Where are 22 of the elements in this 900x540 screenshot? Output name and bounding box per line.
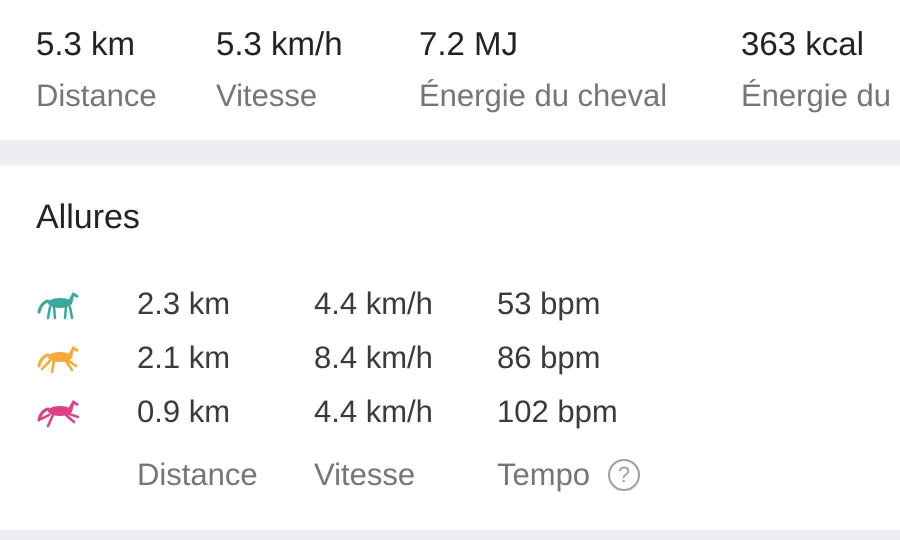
stat-label: Énergie du bbox=[741, 77, 892, 115]
stat-value: 7.2 MJ bbox=[419, 24, 520, 64]
column-label: Tempo bbox=[497, 457, 590, 493]
card-title: Allures bbox=[36, 197, 141, 238]
distance-value: 2.1 km bbox=[137, 340, 232, 376]
stat-value: 363 kcal bbox=[741, 24, 865, 64]
stat-value: 5.3 km/h bbox=[216, 24, 344, 64]
tempo-value: 86 bpm bbox=[497, 340, 602, 376]
stat-label: Distance bbox=[36, 77, 158, 115]
distance-value: 2.3 km bbox=[137, 286, 232, 322]
help-icon[interactable]: ? bbox=[608, 459, 640, 491]
tempo-value: 102 bpm bbox=[497, 394, 619, 430]
stat-label: Énergie du cheval bbox=[419, 77, 668, 115]
tempo-value: 53 bpm bbox=[497, 286, 602, 322]
column-label: Vitesse bbox=[314, 457, 416, 493]
distance-value: 0.9 km bbox=[137, 394, 232, 430]
speed-value: 4.4 km/h bbox=[314, 286, 434, 322]
speed-value: 8.4 km/h bbox=[314, 340, 434, 376]
column-label: Distance bbox=[137, 457, 259, 493]
stat-label: Vitesse bbox=[216, 77, 318, 115]
speed-value: 4.4 km/h bbox=[314, 394, 434, 430]
stat-value: 5.3 km bbox=[36, 24, 136, 64]
